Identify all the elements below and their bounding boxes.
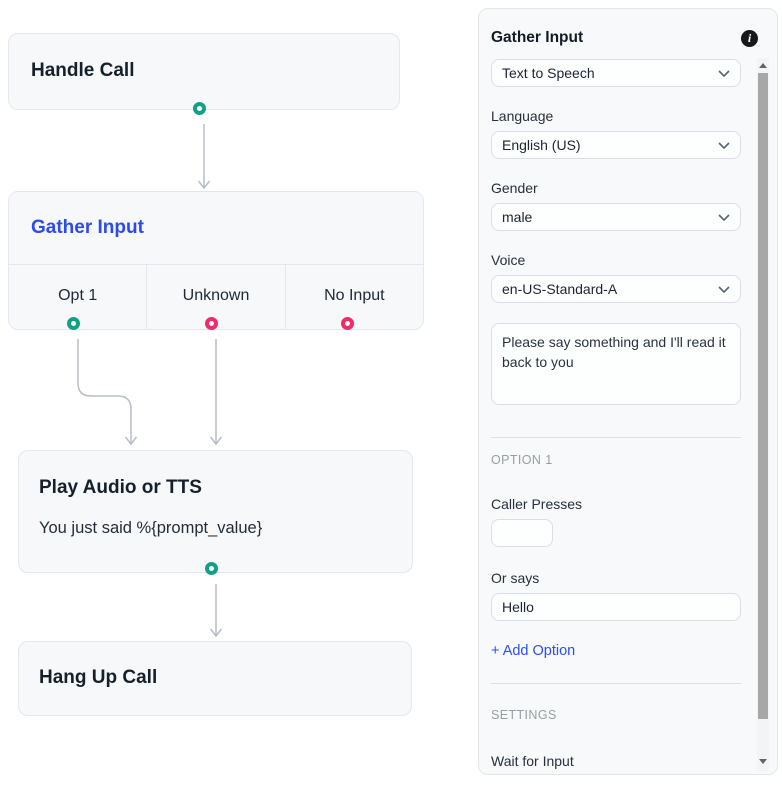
select-value: Text to Speech: [502, 65, 595, 81]
tts-type-select[interactable]: Text to Speech: [491, 59, 741, 87]
language-select[interactable]: English (US): [491, 131, 741, 159]
wait-for-input-label: Wait for Input: [491, 753, 741, 769]
select-value: male: [502, 209, 532, 225]
node-handle-call[interactable]: Handle Call: [8, 33, 400, 110]
chevron-down-icon: [718, 286, 730, 294]
select-value: en-US-Standard-A: [502, 281, 617, 297]
port-handle-call-out[interactable]: [193, 102, 206, 115]
select-value: English (US): [502, 137, 581, 153]
port-unknown-out[interactable]: [205, 317, 218, 330]
caller-presses-label: Caller Presses: [491, 496, 741, 512]
gender-select[interactable]: male: [491, 203, 741, 231]
prompt-textarea[interactable]: Please say something and I'll read it ba…: [491, 323, 741, 405]
node-title: Hang Up Call: [19, 642, 411, 689]
node-gather-input[interactable]: Gather Input Opt 1 Unknown No Input: [8, 191, 424, 330]
add-option-link[interactable]: + Add Option: [491, 643, 575, 659]
node-hang-up-call[interactable]: Hang Up Call: [18, 641, 412, 716]
properties-panel: Gather Input i Text to Speech Language E…: [478, 8, 778, 775]
or-says-label: Or says: [491, 570, 741, 586]
chevron-down-icon: [718, 142, 730, 150]
edge-opt1-to-play: [78, 339, 131, 443]
option1-section-heading: OPTION 1: [491, 453, 741, 467]
node-title: Handle Call: [9, 34, 399, 82]
section-divider: [491, 437, 741, 438]
voice-label: Voice: [491, 252, 741, 268]
port-no-input-out[interactable]: [341, 317, 354, 330]
node-subtitle: You just said %{prompt_value}: [19, 499, 412, 538]
voice-select[interactable]: en-US-Standard-A: [491, 275, 741, 303]
settings-section-heading: SETTINGS: [491, 708, 741, 722]
gender-label: Gender: [491, 180, 741, 196]
node-title: Gather Input: [9, 217, 144, 239]
chevron-down-icon: [718, 70, 730, 78]
node-play-audio[interactable]: Play Audio or TTS You just said %{prompt…: [18, 450, 413, 573]
flow-canvas: Handle Call Gather Input Opt 1 Unknown N…: [0, 0, 470, 792]
option-label-no-input: No Input: [285, 265, 423, 329]
info-icon[interactable]: i: [741, 30, 758, 47]
node-header: Gather Input: [9, 192, 423, 265]
caller-presses-input[interactable]: [491, 519, 553, 547]
port-opt1-out[interactable]: [67, 317, 80, 330]
scroll-up-arrow-icon[interactable]: [759, 63, 767, 68]
scroll-down-arrow-icon[interactable]: [759, 759, 767, 764]
panel-header: Gather Input i: [491, 29, 758, 47]
node-title: Play Audio or TTS: [19, 451, 412, 499]
language-label: Language: [491, 108, 741, 124]
or-says-input[interactable]: [491, 593, 741, 621]
port-play-audio-out[interactable]: [205, 562, 218, 575]
panel-title: Gather Input: [491, 29, 583, 47]
section-divider: [491, 683, 741, 684]
scrollbar-thumb[interactable]: [758, 73, 768, 719]
panel-scrollbar[interactable]: [757, 58, 769, 771]
chevron-down-icon: [718, 214, 730, 222]
